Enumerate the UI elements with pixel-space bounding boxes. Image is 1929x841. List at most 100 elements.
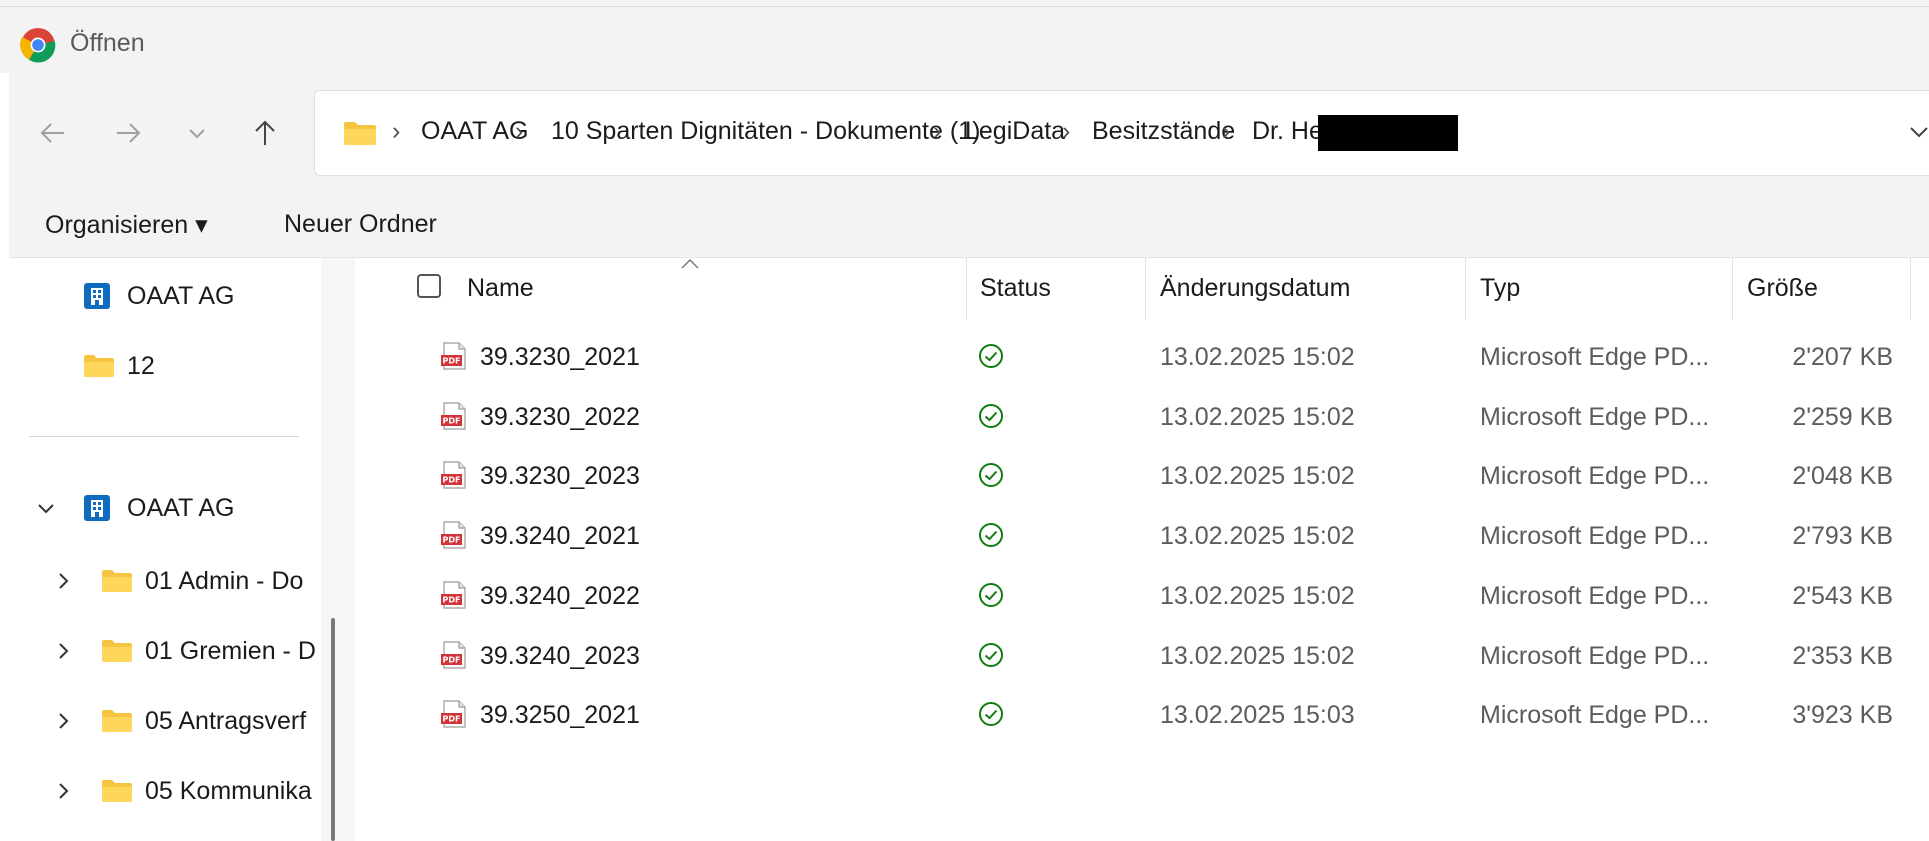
- svg-text:PDF: PDF: [443, 416, 461, 425]
- pdf-file-icon: PDF: [441, 461, 466, 489]
- column-divider[interactable]: [1145, 258, 1146, 320]
- column-header-name[interactable]: Name: [467, 274, 534, 303]
- sidebar-scrollbar-thumb[interactable]: [331, 618, 335, 841]
- sort-ascending-icon: [681, 258, 699, 269]
- file-size: 2'543 KB: [1792, 581, 1893, 610]
- file-size: 3'923 KB: [1792, 701, 1893, 730]
- column-header-status[interactable]: Status: [980, 274, 1051, 303]
- breadcrumb-separator: ›: [1062, 117, 1071, 145]
- breadcrumb-item[interactable]: Dr. He: [1252, 117, 1323, 146]
- pdf-file-icon: PDF: [441, 581, 466, 609]
- building-icon: [84, 495, 110, 521]
- sync-status-check-icon: [979, 702, 1003, 727]
- sidebar-item-05-antragsverf[interactable]: 05 Antragsverf: [9, 691, 321, 751]
- breadcrumb-item[interactable]: OAAT AG: [421, 117, 528, 146]
- file-name: 39.3240_2021: [480, 522, 640, 551]
- column-divider[interactable]: [966, 258, 967, 320]
- folder-icon: [102, 570, 132, 592]
- recent-locations-button[interactable]: [182, 111, 212, 155]
- sync-status-check-icon: [979, 463, 1003, 488]
- sidebar-item-label: 01 Gremien - D: [145, 637, 316, 665]
- file-modified-date: 13.02.2025 15:02: [1160, 581, 1355, 610]
- folder-icon: [344, 122, 376, 145]
- organize-button[interactable]: Organisieren ▾: [45, 210, 208, 240]
- pdf-file-icon: PDF: [441, 342, 466, 370]
- chevron-right-icon[interactable]: [51, 569, 75, 593]
- sidebar-divider: [29, 436, 299, 437]
- up-button[interactable]: [243, 111, 287, 155]
- address-bar[interactable]: › OAAT AG › 10 Sparten Dignitäten - Doku…: [314, 90, 1929, 176]
- file-type: Microsoft Edge PD...: [1480, 581, 1710, 610]
- sidebar-item-label: OAAT AG: [127, 282, 235, 310]
- chevron-right-icon[interactable]: [51, 709, 75, 733]
- file-modified-date: 13.02.2025 15:03: [1160, 701, 1355, 730]
- sidebar-item-oaat-ag-tree[interactable]: OAAT AG: [9, 478, 321, 538]
- navigation-bar: › OAAT AG › 10 Sparten Dignitäten - Doku…: [9, 73, 1929, 191]
- chevron-down-icon[interactable]: [34, 496, 58, 520]
- file-size: 2'793 KB: [1792, 522, 1893, 551]
- file-type: Microsoft Edge PD...: [1480, 402, 1710, 431]
- file-modified-date: 13.02.2025 15:02: [1160, 641, 1355, 670]
- file-name: 39.3230_2021: [480, 343, 640, 371]
- file-type: Microsoft Edge PD...: [1480, 343, 1710, 371]
- sidebar-item-01-gremien[interactable]: 01 Gremien - D: [9, 621, 321, 681]
- breadcrumb-item[interactable]: Besitzstände: [1092, 117, 1235, 146]
- sync-status-check-icon: [979, 523, 1003, 548]
- pdf-file-icon: PDF: [441, 700, 466, 728]
- column-divider[interactable]: [1465, 258, 1466, 320]
- chevron-right-icon[interactable]: [51, 779, 75, 803]
- sync-status-check-icon: [979, 403, 1003, 428]
- building-icon: [84, 283, 110, 309]
- svg-text:PDF: PDF: [443, 595, 461, 604]
- table-row[interactable]: PDF 39.3250_2021 13.02.2025 15:03 Micros…: [355, 678, 1929, 751]
- chevron-down-icon[interactable]: [1907, 119, 1929, 143]
- sidebar-item-05-kommunika[interactable]: 05 Kommunika: [9, 761, 321, 821]
- svg-text:PDF: PDF: [443, 476, 461, 485]
- column-divider[interactable]: [1732, 258, 1733, 320]
- window-top-border: [0, 0, 1929, 7]
- sidebar-item-12[interactable]: 12: [9, 336, 321, 396]
- column-header-date[interactable]: Änderungsdatum: [1160, 274, 1350, 303]
- file-list: Name Status Änderungsdatum Typ Größe PDF…: [355, 258, 1929, 841]
- file-modified-date: 13.02.2025 15:02: [1160, 343, 1355, 371]
- select-all-checkbox[interactable]: [417, 274, 441, 298]
- window-title: Öffnen: [70, 29, 145, 57]
- svg-text:PDF: PDF: [443, 357, 461, 366]
- column-header-row: Name Status Änderungsdatum Typ Größe: [355, 258, 1929, 320]
- sidebar-item-01-admin[interactable]: 01 Admin - Do: [9, 551, 321, 611]
- file-name: 39.3230_2023: [480, 462, 640, 491]
- new-folder-button[interactable]: Neuer Ordner: [284, 210, 437, 239]
- folder-icon: [102, 640, 132, 662]
- navigation-pane: OAAT AG 12 OAAT AG 01 Admin - Do 01 Grem…: [9, 258, 321, 841]
- pdf-file-icon: PDF: [441, 402, 466, 430]
- column-divider[interactable]: [1910, 258, 1911, 320]
- chevron-down-icon: [189, 129, 205, 139]
- arrow-left-icon: [40, 123, 64, 143]
- breadcrumb-item[interactable]: LegiData: [965, 117, 1065, 146]
- command-bar: Organisieren ▾ Neuer Ordner: [9, 191, 1929, 258]
- breadcrumb-separator: ›: [1222, 117, 1231, 145]
- file-name: 39.3230_2022: [480, 402, 640, 431]
- svg-text:PDF: PDF: [443, 715, 461, 724]
- chrome-icon: [20, 28, 56, 63]
- title-bar: Öffnen: [0, 7, 1929, 73]
- sidebar-item-label: 05 Kommunika: [145, 777, 312, 805]
- file-size: 2'207 KB: [1792, 343, 1893, 371]
- sync-status-check-icon: [979, 344, 1003, 368]
- file-type: Microsoft Edge PD...: [1480, 641, 1710, 670]
- forward-button[interactable]: [106, 111, 150, 155]
- column-header-size[interactable]: Größe: [1747, 274, 1818, 303]
- folder-icon: [102, 710, 132, 732]
- breadcrumb-item[interactable]: 10 Sparten Dignitäten - Dokumente (1): [551, 117, 980, 146]
- folder-icon: [102, 780, 132, 802]
- chevron-right-icon[interactable]: [51, 639, 75, 663]
- sidebar-item-label: OAAT AG: [127, 494, 235, 522]
- sidebar-scrollbar[interactable]: [321, 258, 355, 841]
- back-button[interactable]: [31, 111, 75, 155]
- file-modified-date: 13.02.2025 15:02: [1160, 522, 1355, 551]
- sync-status-check-icon: [979, 582, 1003, 607]
- sidebar-item-oaat-ag[interactable]: OAAT AG: [9, 266, 321, 326]
- file-type: Microsoft Edge PD...: [1480, 462, 1710, 491]
- folder-icon: [84, 355, 114, 377]
- column-header-type[interactable]: Typ: [1480, 274, 1520, 303]
